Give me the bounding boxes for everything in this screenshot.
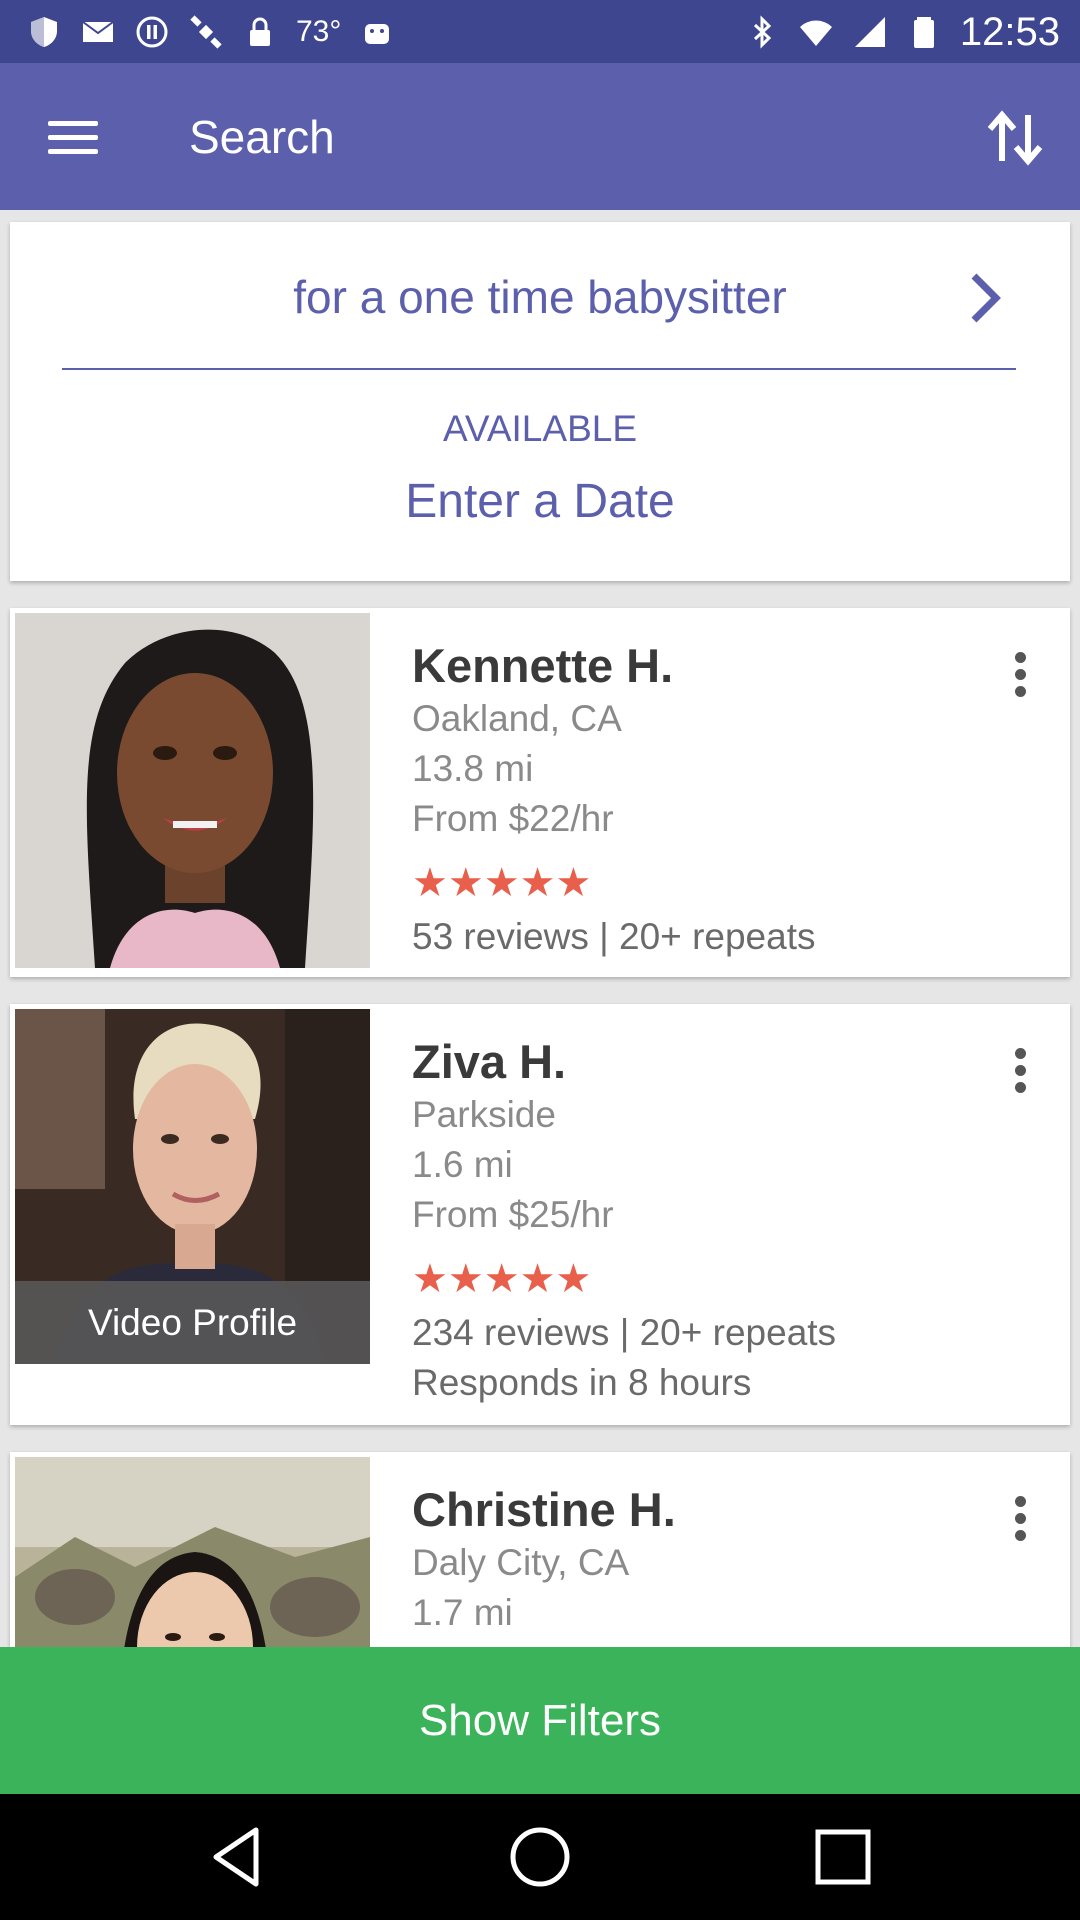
sitter-photo bbox=[15, 613, 370, 968]
home-icon[interactable] bbox=[505, 1822, 575, 1892]
chevron-right-icon[interactable] bbox=[960, 270, 1010, 326]
review-count: 53 reviews | 20+ repeats bbox=[412, 916, 816, 957]
page-title: Search bbox=[189, 111, 335, 163]
recent-apps-icon[interactable] bbox=[808, 1822, 878, 1892]
sitter-info: Kennette H. Oakland, CA 13.8 mi From $22… bbox=[412, 638, 815, 962]
shield-icon bbox=[31, 17, 57, 47]
status-bar: 73° 12:53 bbox=[0, 0, 1080, 63]
clock: 12:53 bbox=[959, 9, 1060, 54]
back-icon[interactable] bbox=[202, 1822, 272, 1892]
temperature: 73° bbox=[296, 15, 342, 48]
sitter-card[interactable]: Video Profile Ziva H. Parkside 1.6 mi Fr… bbox=[10, 1004, 1070, 1425]
sort-arrows-icon[interactable] bbox=[980, 103, 1050, 173]
lock-icon bbox=[250, 17, 270, 46]
sitter-photo: Video Profile bbox=[15, 1009, 370, 1364]
bluetooth-icon bbox=[753, 15, 772, 49]
video-profile-label[interactable]: Video Profile bbox=[15, 1281, 370, 1364]
star-rating: ★★★★★ bbox=[412, 861, 592, 905]
mail-icon bbox=[82, 21, 114, 42]
sitter-rate: From $25/hr bbox=[412, 1194, 614, 1235]
sitter-location: Oakland, CA bbox=[412, 698, 622, 739]
show-filters-button[interactable]: Show Filters bbox=[0, 1647, 1080, 1794]
sitter-distance: 1.7 mi bbox=[412, 1592, 513, 1633]
app-toolbar: Search bbox=[0, 63, 1080, 210]
star-rating: ★★★★★ bbox=[412, 1257, 592, 1301]
sitter-distance: 1.6 mi bbox=[412, 1144, 513, 1185]
sitter-name: Kennette H. bbox=[412, 639, 674, 692]
review-count: 234 reviews | 20+ repeats bbox=[412, 1312, 837, 1353]
pause-circle-icon bbox=[136, 16, 168, 48]
available-label: AVAILABLE bbox=[442, 408, 637, 449]
signal-icon bbox=[854, 17, 885, 47]
sitter-rate: From $22/hr bbox=[412, 798, 614, 839]
date-picker-field[interactable]: Enter a Date bbox=[10, 474, 1070, 529]
more-options-icon[interactable] bbox=[1010, 1496, 1030, 1542]
more-options-icon[interactable] bbox=[1010, 652, 1030, 698]
sitter-location: Daly City, CA bbox=[412, 1542, 630, 1583]
hamburger-menu-icon[interactable] bbox=[38, 107, 108, 167]
sitter-info: Ziva H. Parkside 1.6 mi From $25/hr ★★★★… bbox=[412, 1034, 836, 1408]
sitter-card[interactable]: Kennette H. Oakland, CA 13.8 mi From $22… bbox=[10, 608, 1070, 977]
sitter-distance: 13.8 mi bbox=[412, 748, 534, 789]
sitter-name: Christine H. bbox=[412, 1483, 676, 1536]
more-options-icon[interactable] bbox=[1010, 1048, 1030, 1094]
search-criteria-card: for a one time babysitter AVAILABLE Ente… bbox=[10, 222, 1070, 581]
wifi-icon bbox=[799, 20, 832, 46]
satellite-icon bbox=[190, 15, 222, 49]
divider bbox=[62, 368, 1016, 370]
android-icon bbox=[365, 24, 390, 44]
care-type-selector[interactable]: for a one time babysitter bbox=[10, 262, 1070, 332]
sitter-name: Ziva H. bbox=[412, 1035, 567, 1088]
sitter-location: Parkside bbox=[412, 1094, 556, 1135]
sitter-info: Christine H. Daly City, CA 1.7 mi bbox=[412, 1482, 676, 1638]
system-nav-bar bbox=[0, 1794, 1080, 1920]
battery-icon bbox=[913, 17, 934, 48]
response-time: Responds in 8 hours bbox=[412, 1362, 752, 1403]
